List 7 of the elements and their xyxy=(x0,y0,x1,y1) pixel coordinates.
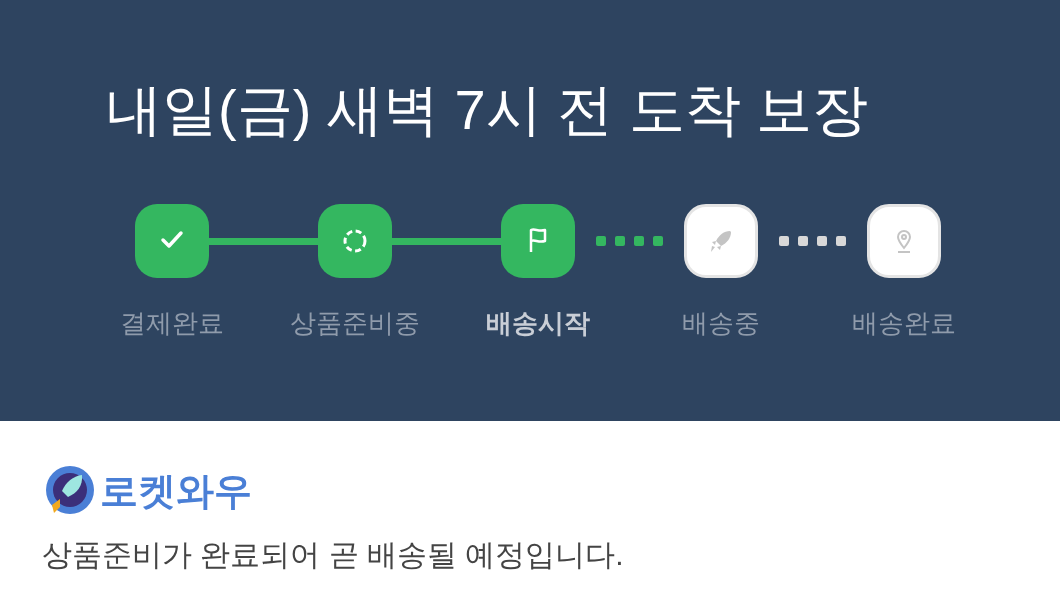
status-message: 상품준비가 완료되어 곧 배송될 예정입니다. xyxy=(42,537,625,573)
step-label: 배송완료 xyxy=(851,307,956,340)
brand-name: 로켓와우 xyxy=(100,469,252,514)
step-label: 배송중 xyxy=(681,307,760,340)
step-label: 결제완료 xyxy=(119,307,224,340)
step-label: 상품준비중 xyxy=(289,307,420,340)
step-label: 배송시작 xyxy=(485,307,590,340)
